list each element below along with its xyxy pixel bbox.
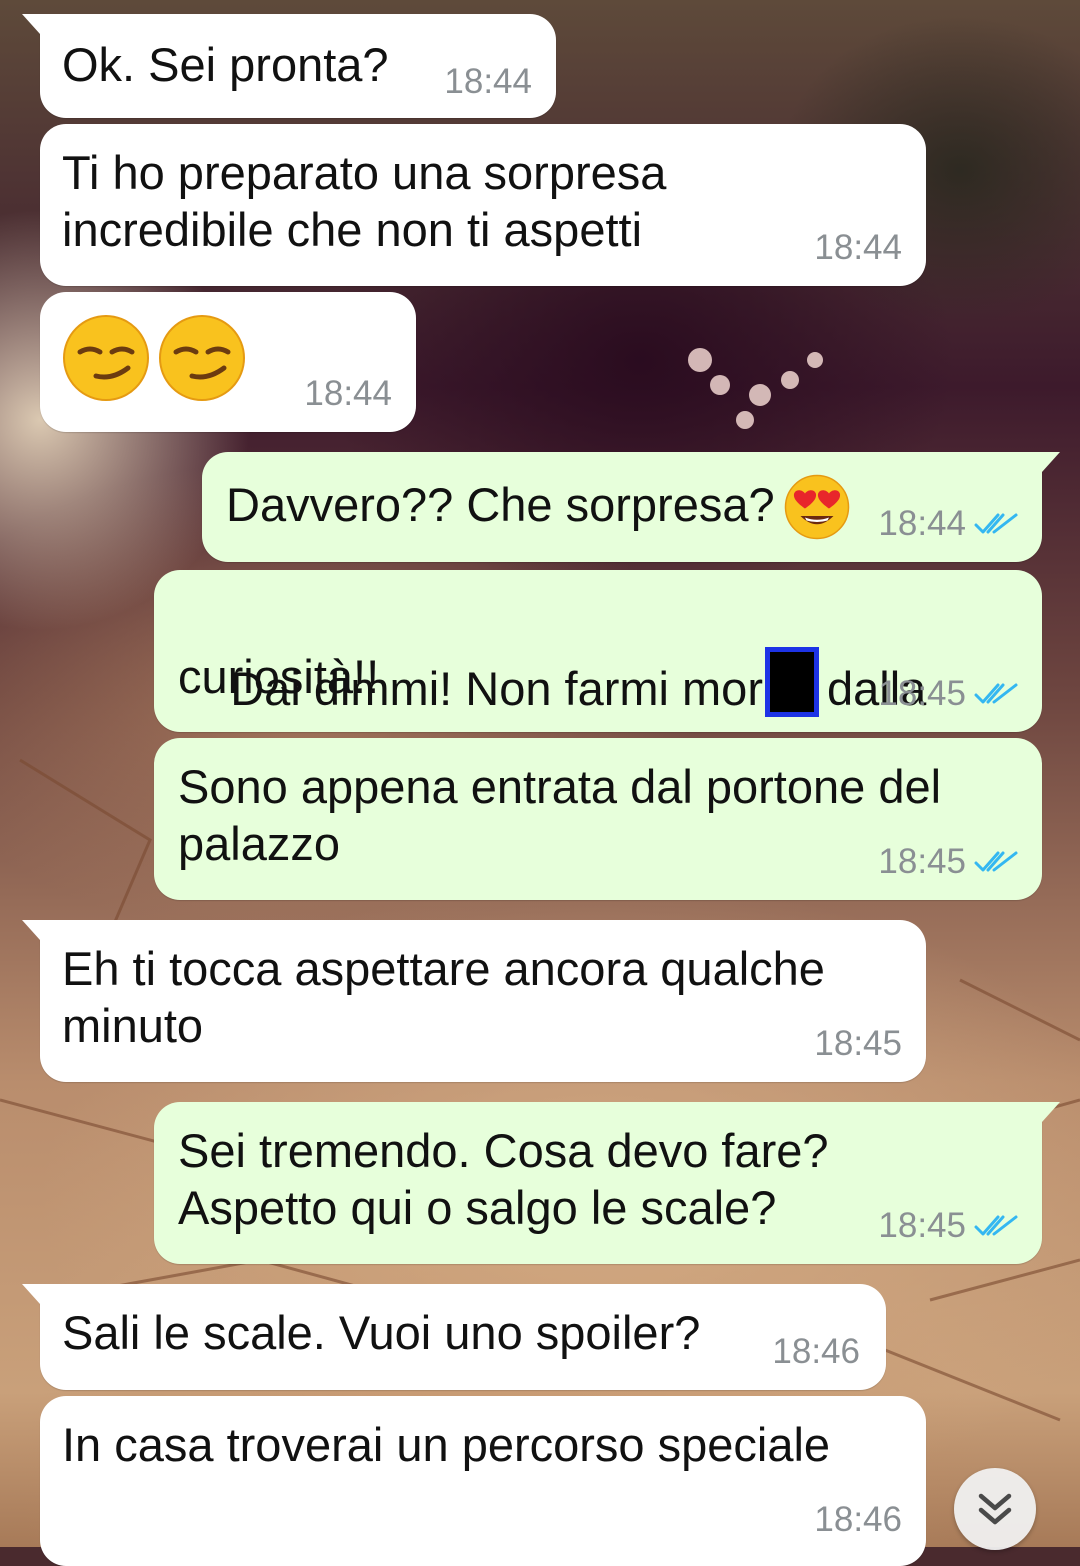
message-text: Ti ho preparato una sorpresa incredibile… <box>62 146 667 256</box>
message-bubble-incoming[interactable]: 18:44 <box>40 292 416 432</box>
message-bubble-outgoing[interactable]: Sei tremendo. Cosa devo fare? Aspetto qu… <box>154 1102 1060 1264</box>
message-time: 18:45 <box>814 1024 902 1063</box>
bubble-tail <box>22 14 40 34</box>
message-text-line2: curiosità!! <box>178 650 380 703</box>
smirking-face-emoji <box>159 315 245 401</box>
message-text: Sali le scale. Vuoi uno spoiler? <box>62 1306 701 1359</box>
message-time: 18:46 <box>814 1500 902 1539</box>
message-time: 18:44 <box>814 228 902 267</box>
message-meta: 18:44 <box>814 228 902 268</box>
message-meta: 18:44 <box>304 374 392 414</box>
message-bubble-incoming[interactable]: Ok. Sei pronta? 18:44 <box>22 14 556 118</box>
message-time: 18:45 <box>878 1206 966 1245</box>
message-bubble-incoming[interactable]: In casa troverai un percorso speciale 18… <box>40 1396 926 1566</box>
redaction-box <box>764 647 819 717</box>
bubble-tail <box>22 1284 40 1304</box>
message-meta: 18:46 <box>772 1332 860 1372</box>
double-chevron-down-icon <box>978 1493 1012 1525</box>
heart-eyes-face-emoji <box>784 474 850 540</box>
message-time: 18:45 <box>878 674 966 713</box>
message-bubble-outgoing[interactable]: Sono appena entrata dal portone del pala… <box>154 738 1042 900</box>
message-meta: 18:45 <box>878 674 1018 714</box>
message-text: Sei tremendo. Cosa devo fare? Aspetto qu… <box>178 1124 829 1234</box>
double-check-read-icon <box>974 683 1018 704</box>
message-text: In casa troverai un percorso speciale <box>62 1418 831 1471</box>
message-meta: 18:44 <box>444 62 532 102</box>
message-bubble-incoming[interactable]: Eh ti tocca aspettare ancora qualche min… <box>22 920 926 1082</box>
scroll-to-bottom-button[interactable] <box>954 1468 1036 1550</box>
double-check-read-icon <box>974 1215 1018 1236</box>
message-time: 18:44 <box>304 374 392 413</box>
message-bubble-incoming[interactable]: Sali le scale. Vuoi uno spoiler? 18:46 <box>22 1284 886 1390</box>
message-text: Ok. Sei pronta? <box>62 38 389 91</box>
bubble-tail <box>22 920 40 940</box>
message-time: 18:44 <box>444 62 532 101</box>
message-meta: 18:46 <box>814 1500 902 1540</box>
double-check-read-icon <box>974 851 1018 872</box>
message-bubble-incoming[interactable]: Ti ho preparato una sorpresa incredibile… <box>40 124 926 286</box>
message-bubble-outgoing[interactable]: Dai dimmi! Non farmi mor dalla curiosità!… <box>154 570 1042 732</box>
message-bubble-outgoing[interactable]: Davvero?? Che sorpresa? 18:44 <box>202 452 1060 562</box>
bubble-tail <box>1042 452 1060 472</box>
message-time: 18:45 <box>878 842 966 881</box>
message-meta: 18:44 <box>878 504 1018 544</box>
smirking-face-emoji <box>63 315 149 401</box>
message-time: 18:46 <box>772 1332 860 1371</box>
message-meta: 18:45 <box>814 1024 902 1064</box>
message-meta: 18:45 <box>878 842 1018 882</box>
double-check-read-icon <box>974 513 1018 534</box>
message-text: Eh ti tocca aspettare ancora qualche min… <box>62 942 825 1052</box>
message-time: 18:44 <box>878 504 966 543</box>
message-text: Sono appena entrata dal portone del pala… <box>178 760 942 870</box>
bubble-tail <box>1042 1102 1060 1122</box>
message-meta: 18:45 <box>878 1206 1018 1246</box>
message-text: Davvero?? Che sorpresa? <box>226 478 775 531</box>
